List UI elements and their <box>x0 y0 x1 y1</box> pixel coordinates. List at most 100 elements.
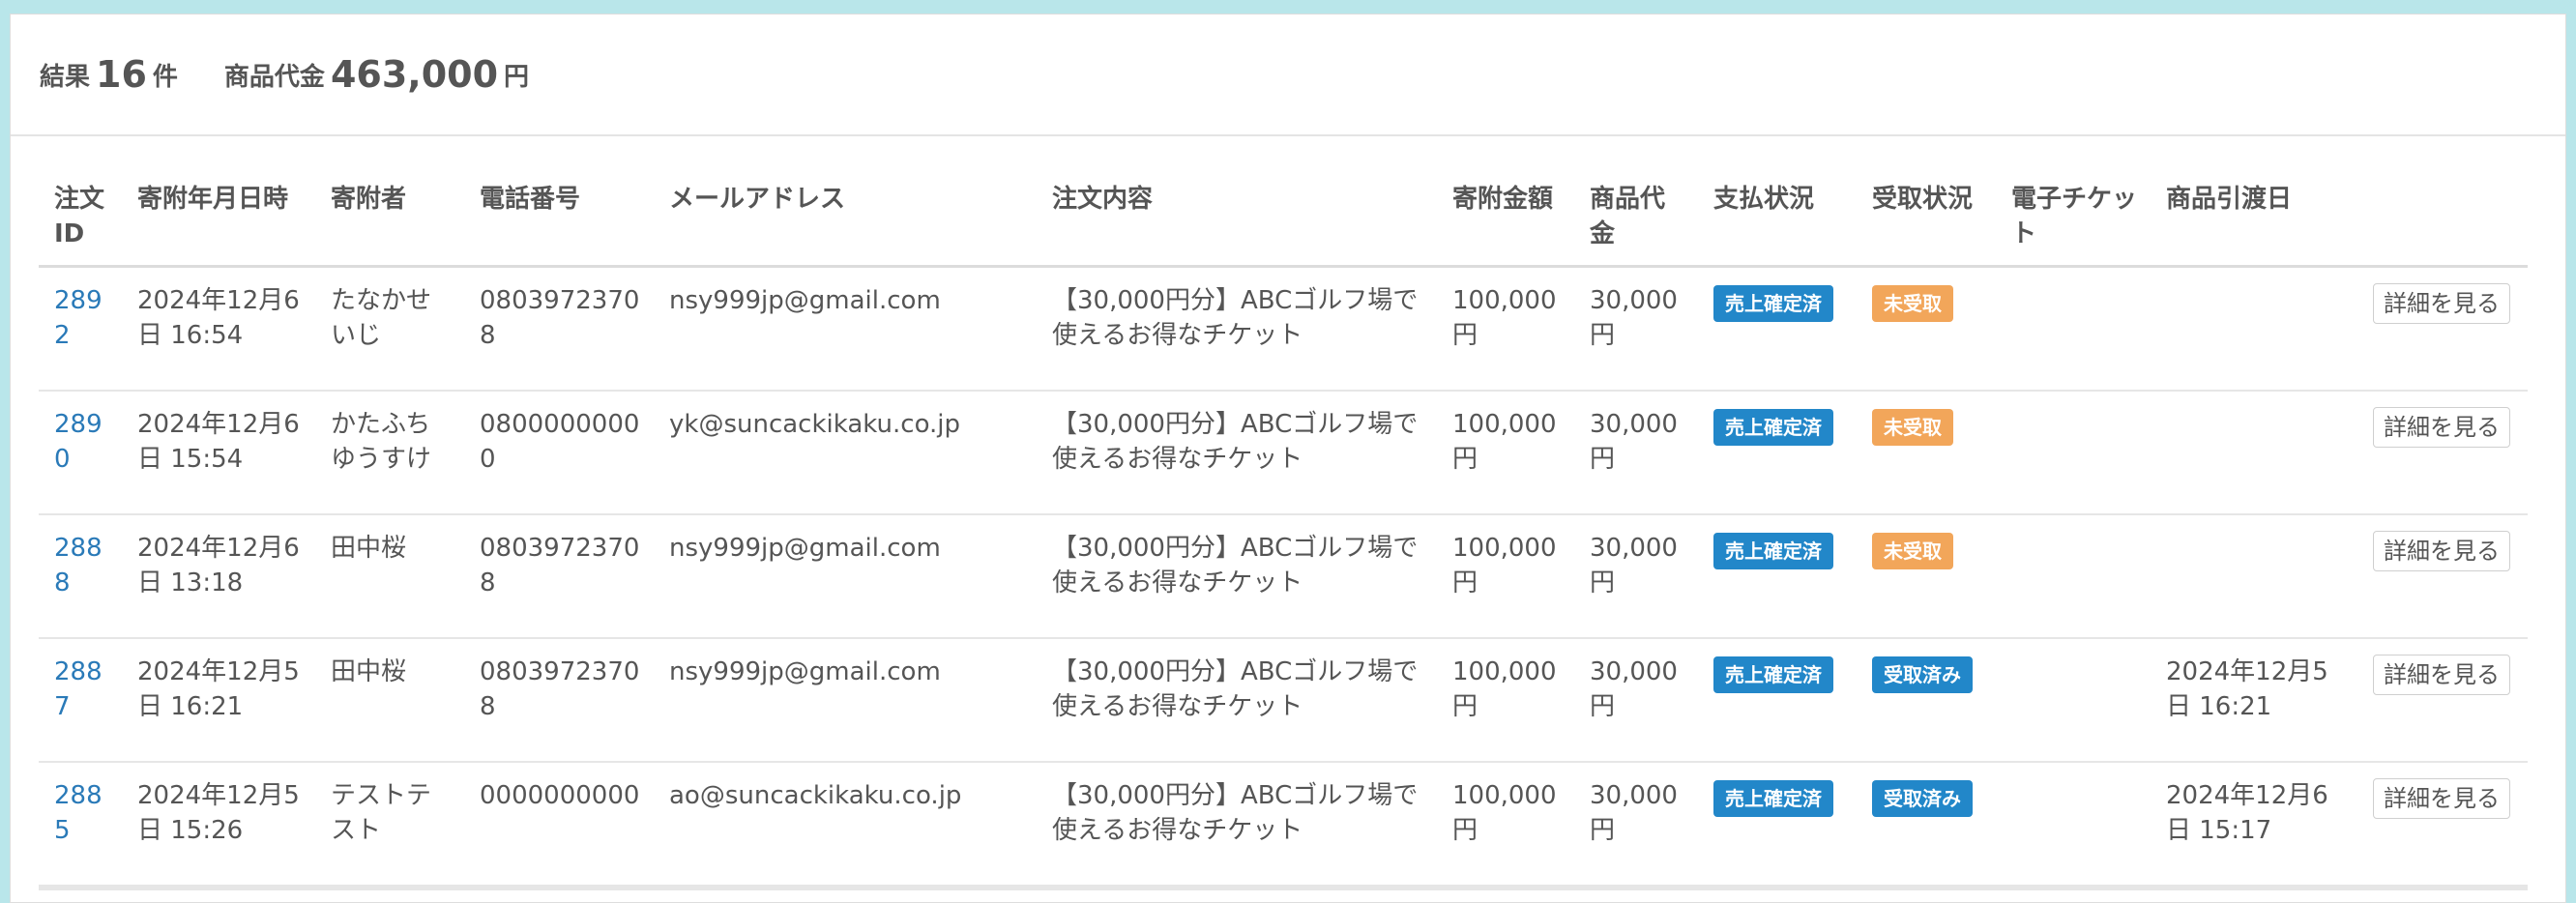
order-id-cell: 2892 <box>39 266 122 392</box>
header-row: 注文ID 寄附年月日時 寄附者 電話番号 メールアドレス 注文内容 寄附金額 商… <box>39 155 2528 268</box>
table-row[interactable]: 2890 2024年12月6日 15:54 かたふちゆうすけ 08000000000 y… <box>39 390 2528 515</box>
order-id-link[interactable]: 2885 <box>54 781 102 845</box>
table-body: 2892 2024年12月6日 16:54 たなかせいじ 08039723708 nsy… <box>39 266 2528 887</box>
donation-datetime-cell: 2024年12月5日 15:26 <box>122 761 315 887</box>
payment-status-cell: 売上確定済 <box>1698 513 1857 639</box>
col-donor[interactable]: 寄附者 <box>315 155 464 268</box>
order-content-cell: 【30,000円分】ABCゴルフ場で使えるお得なチケット <box>1037 266 1437 392</box>
donation-datetime-cell: 2024年12月6日 15:54 <box>122 390 315 515</box>
product-price-cell: 30,000円 <box>1574 761 1698 887</box>
e-ticket-cell <box>1996 266 2151 392</box>
payment-status-badge: 売上確定済 <box>1713 779 1833 817</box>
actions-cell: 詳細を見る <box>2344 761 2528 887</box>
email-cell: nsy999jp@gmail.com <box>654 266 1037 392</box>
donor-cell: テストテスト <box>315 761 464 887</box>
results-label: 結果 <box>40 62 91 92</box>
e-ticket-cell <box>1996 637 2151 763</box>
view-details-button[interactable]: 詳細を見る <box>2373 283 2510 324</box>
receipt-status-cell: 未受取 <box>1857 513 1996 639</box>
orders-table: 注文ID 寄附年月日時 寄附者 電話番号 メールアドレス 注文内容 寄附金額 商… <box>39 155 2528 887</box>
phone-cell: 08039723708 <box>464 637 654 763</box>
product-price-cell: 30,000円 <box>1574 390 1698 515</box>
receipt-status-cell: 未受取 <box>1857 266 1996 392</box>
phone-cell: 08039723708 <box>464 513 654 639</box>
email-cell: yk@suncackikaku.co.jp <box>654 390 1037 515</box>
order-id-cell: 2887 <box>39 637 122 763</box>
delivery-date-cell <box>2151 266 2344 392</box>
table-row[interactable]: 2888 2024年12月6日 13:18 田中桜 08039723708 nsy999… <box>39 513 2528 639</box>
payment-status-cell: 売上確定済 <box>1698 266 1857 392</box>
email-cell: nsy999jp@gmail.com <box>654 513 1037 639</box>
order-content-cell: 【30,000円分】ABCゴルフ場で使えるお得なチケット <box>1037 390 1437 515</box>
receipt-status-badge: 未受取 <box>1872 285 1953 322</box>
table-header: 注文ID 寄附年月日時 寄附者 電話番号 メールアドレス 注文内容 寄附金額 商… <box>39 155 2528 268</box>
col-delivery-date[interactable]: 商品引渡日 <box>2151 155 2344 268</box>
receipt-status-cell: 受取済み <box>1857 637 1996 763</box>
col-product-price[interactable]: 商品代金 <box>1574 155 1698 268</box>
actions-cell: 詳細を見る <box>2344 390 2528 515</box>
view-details-button[interactable]: 詳細を見る <box>2373 654 2510 695</box>
col-donation-datetime[interactable]: 寄附年月日時 <box>122 155 315 268</box>
col-order-id[interactable]: 注文ID <box>39 155 122 268</box>
col-payment-status[interactable]: 支払状況 <box>1698 155 1857 268</box>
order-content-cell: 【30,000円分】ABCゴルフ場で使えるお得なチケット <box>1037 637 1437 763</box>
order-content-cell: 【30,000円分】ABCゴルフ場で使えるお得なチケット <box>1037 761 1437 887</box>
donation-amount-cell: 100,000円 <box>1437 266 1574 392</box>
view-details-button[interactable]: 詳細を見る <box>2373 777 2510 819</box>
col-order-content[interactable]: 注文内容 <box>1037 155 1437 268</box>
e-ticket-cell <box>1996 390 2151 515</box>
payment-status-cell: 売上確定済 <box>1698 390 1857 515</box>
col-e-ticket[interactable]: 電子チケット <box>1996 155 2151 268</box>
table-row[interactable]: 2887 2024年12月5日 16:21 田中桜 08039723708 nsy999… <box>39 637 2528 763</box>
col-donation-amount[interactable]: 寄附金額 <box>1437 155 1574 268</box>
receipt-status-cell: 未受取 <box>1857 390 1996 515</box>
view-details-button[interactable]: 詳細を見る <box>2373 406 2510 448</box>
amount-unit: 円 <box>504 62 530 92</box>
results-count: 16 <box>96 53 147 96</box>
donation-datetime-cell: 2024年12月6日 16:54 <box>122 266 315 392</box>
e-ticket-cell <box>1996 513 2151 639</box>
amount-label: 商品代金 <box>223 62 325 92</box>
results-summary: 結果 16 件 商品代金 463,000 円 <box>11 15 2565 136</box>
order-id-link[interactable]: 2892 <box>54 286 102 350</box>
order-id-cell: 2890 <box>39 390 122 515</box>
table-row[interactable]: 2885 2024年12月5日 15:26 テストテスト 0000000000 ao@s… <box>39 761 2528 887</box>
col-actions <box>2344 155 2528 268</box>
receipt-status-badge: 未受取 <box>1872 532 1953 569</box>
payment-status-cell: 売上確定済 <box>1698 637 1857 763</box>
order-id-link[interactable]: 2890 <box>54 410 102 474</box>
delivery-date-cell <box>2151 513 2344 639</box>
delivery-date-cell: 2024年12月5日 16:21 <box>2151 637 2344 763</box>
donation-amount-cell: 100,000円 <box>1437 761 1574 887</box>
delivery-date-cell <box>2151 390 2344 515</box>
e-ticket-cell <box>1996 761 2151 887</box>
donor-cell: 田中桜 <box>315 513 464 639</box>
order-content-cell: 【30,000円分】ABCゴルフ場で使えるお得なチケット <box>1037 513 1437 639</box>
table-row[interactable]: 2892 2024年12月6日 16:54 たなかせいじ 08039723708 nsy… <box>39 266 2528 392</box>
actions-cell: 詳細を見る <box>2344 266 2528 392</box>
col-email[interactable]: メールアドレス <box>654 155 1037 268</box>
phone-cell: 0000000000 <box>464 761 654 887</box>
order-id-cell: 2885 <box>39 761 122 887</box>
receipt-status-badge: 未受取 <box>1872 408 1953 446</box>
col-receipt-status[interactable]: 受取状況 <box>1857 155 1996 268</box>
receipt-status-badge: 受取済み <box>1872 779 1973 817</box>
product-price-cell: 30,000円 <box>1574 266 1698 392</box>
delivery-date-cell: 2024年12月6日 15:17 <box>2151 761 2344 887</box>
donation-amount-cell: 100,000円 <box>1437 637 1574 763</box>
amount-value: 463,000 <box>330 53 499 96</box>
col-phone[interactable]: 電話番号 <box>464 155 654 268</box>
view-details-button[interactable]: 詳細を見る <box>2373 530 2510 571</box>
donor-cell: 田中桜 <box>315 637 464 763</box>
donation-amount-cell: 100,000円 <box>1437 390 1574 515</box>
order-id-link[interactable]: 2887 <box>54 657 102 721</box>
email-cell: nsy999jp@gmail.com <box>654 637 1037 763</box>
payment-status-badge: 売上確定済 <box>1713 655 1833 693</box>
results-unit: 件 <box>152 62 178 92</box>
product-price-cell: 30,000円 <box>1574 513 1698 639</box>
order-id-link[interactable]: 2888 <box>54 534 102 597</box>
receipt-status-cell: 受取済み <box>1857 761 1996 887</box>
phone-cell: 08000000000 <box>464 390 654 515</box>
product-price-cell: 30,000円 <box>1574 637 1698 763</box>
donation-amount-cell: 100,000円 <box>1437 513 1574 639</box>
